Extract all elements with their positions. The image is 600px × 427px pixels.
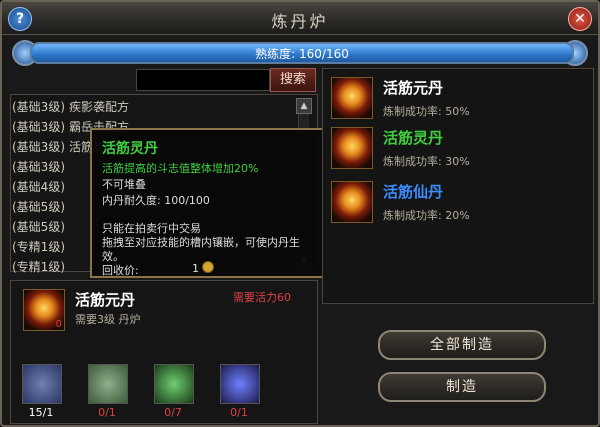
scroll-up-button[interactable]: ▲ — [296, 98, 312, 114]
material-count: 15/1 — [28, 406, 54, 419]
search-input[interactable] — [136, 69, 270, 91]
result-name: 活筋仙丹 — [383, 183, 444, 201]
tooltip-trade: 只能在拍卖行中交易 — [102, 222, 201, 235]
proficiency-bar: 熟练度: 160/160 — [30, 42, 574, 64]
feather-icon[interactable] — [154, 364, 194, 404]
tooltip-desc: 活筋提高的斗志值整体增加20% — [102, 162, 259, 175]
tooltip-recycle-label: 回收价: — [102, 264, 139, 277]
search-button[interactable]: 搜索 — [270, 68, 316, 92]
result-item-3[interactable]: 活筋仙丹 炼制成功率: 20% — [329, 179, 587, 227]
result-item-1[interactable]: 活筋元丹 炼制成功率: 50% — [329, 75, 587, 123]
item-tooltip: 活筋灵丹 活筋提高的斗志值整体增加20% 不可堆叠 内丹耐久度: 100/100… — [90, 128, 326, 278]
tooltip-usage: 拖拽至对应技能的槽内镶嵌，可使内丹生效。 — [102, 236, 300, 263]
result-rate: 炼制成功率: 20% — [383, 209, 470, 222]
recipe-level: (基础4级) — [12, 180, 65, 194]
vase-icon[interactable] — [22, 364, 62, 404]
coin-icon — [202, 261, 214, 273]
title-bar: ? 炼丹炉 ✕ — [2, 2, 598, 35]
recipe-level: (专精1级) — [12, 260, 65, 274]
recipe-list-item[interactable]: (基础3级) 疾影袭配方 — [12, 98, 292, 116]
result-name: 活筋元丹 — [383, 79, 444, 97]
recipe-level: (基础3级) — [12, 140, 65, 154]
recipe-level: (专精1级) — [12, 240, 65, 254]
material-count: 0/7 — [164, 406, 182, 419]
selected-furnace: 需要3级 丹炉 — [75, 313, 141, 326]
material-count: 0/1 — [98, 406, 116, 419]
material-count: 0/1 — [230, 406, 248, 419]
pill-icon: 0 — [23, 289, 65, 331]
flower-icon[interactable] — [220, 364, 260, 404]
tooltip-title: 活筋灵丹 — [102, 141, 158, 157]
proficiency-label: 熟练度: 160/160 — [255, 47, 349, 61]
result-rate: 炼制成功率: 30% — [383, 155, 470, 168]
recipe-level: (基础3级) — [12, 160, 65, 174]
pill-icon — [331, 127, 373, 169]
craft-button[interactable]: 制造 — [378, 372, 546, 402]
result-item-2[interactable]: 活筋灵丹 炼制成功率: 30% — [329, 125, 587, 173]
result-rate: 炼制成功率: 50% — [383, 105, 470, 118]
recipe-level: (基础5级) — [12, 220, 65, 234]
close-icon[interactable]: ✕ — [568, 7, 592, 31]
tooltip-durability: 内丹耐久度: 100/100 — [102, 194, 210, 207]
pill-icon — [331, 181, 373, 223]
jade-vase-icon[interactable] — [88, 364, 128, 404]
recipe-level: (基础5级) — [12, 200, 65, 214]
pill-icon — [331, 77, 373, 119]
alchemy-window: ? 炼丹炉 ✕ 熟练度: 160/160 搜索 (基础3级) 疾影袭配方 (基础3级… — [0, 0, 600, 427]
selected-qty: 0 — [55, 319, 62, 330]
result-name: 活筋灵丹 — [383, 129, 444, 147]
selected-need: 需要活力60 — [233, 291, 291, 304]
recipe-name: 疾影袭配方 — [69, 100, 130, 114]
craft-all-button[interactable]: 全部制造 — [378, 330, 546, 360]
selected-name: 活筋元丹 — [75, 291, 136, 309]
recipe-result-panel: 活筋元丹 炼制成功率: 50% 活筋灵丹 炼制成功率: 30% 活筋仙丹 炼制成… — [322, 68, 594, 304]
window-title: 炼丹炉 — [271, 12, 329, 31]
recipe-level: (基础3级) — [12, 100, 65, 114]
tooltip-recycle-value: 1 — [192, 262, 199, 275]
tooltip-stack: 不可堆叠 — [102, 178, 146, 191]
recipe-level: (基础3级) — [12, 120, 65, 134]
